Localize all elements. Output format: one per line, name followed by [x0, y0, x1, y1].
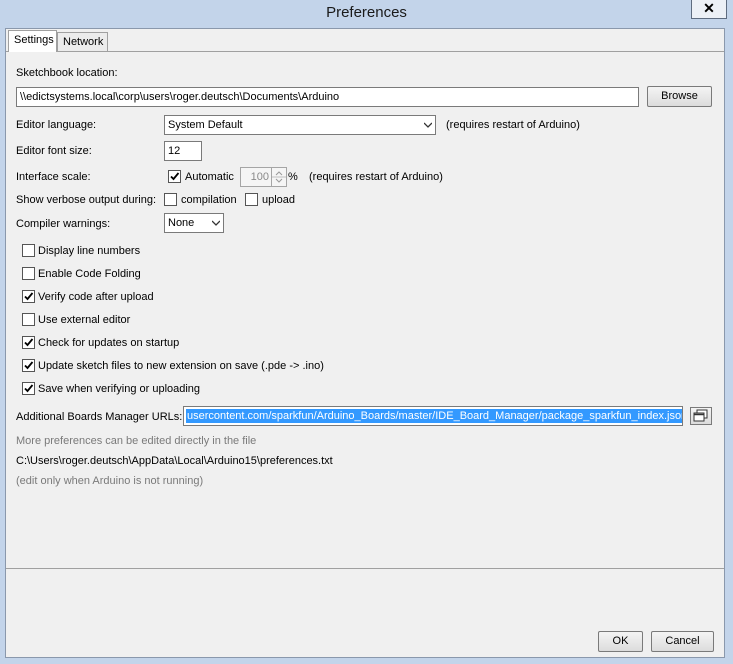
external-editor-label: Use external editor: [38, 314, 131, 326]
cancel-button[interactable]: Cancel: [651, 631, 714, 652]
font-size-label: Editor font size:: [16, 145, 92, 157]
verify-code-checkbox[interactable]: [22, 290, 35, 303]
spinner-arrows-icon[interactable]: [272, 168, 286, 186]
boards-urls-input[interactable]: usercontent.com/sparkfun/Arduino_Boards/…: [183, 406, 683, 426]
ok-button[interactable]: OK: [598, 631, 643, 652]
save-when-verifying-label: Save when verifying or uploading: [38, 383, 201, 395]
checkmark-icon: [24, 384, 34, 393]
enable-code-folding-checkbox[interactable]: [22, 267, 35, 280]
window-list-icon: [693, 409, 708, 422]
interface-scale-note: (requires restart of Arduino): [309, 171, 443, 183]
compiler-warnings-select[interactable]: None: [164, 213, 224, 233]
dialog-footer: OK Cancel: [6, 569, 724, 657]
interface-scale-label: Interface scale:: [16, 171, 91, 183]
check-updates-label: Check for updates on startup: [38, 337, 180, 349]
checkmark-icon: [24, 338, 34, 347]
external-editor-checkbox[interactable]: [22, 313, 35, 326]
display-line-numbers-checkbox[interactable]: [22, 244, 35, 257]
dialog-client: Settings Network Sketchbook location: \\…: [5, 28, 725, 658]
upload-checkbox[interactable]: [245, 193, 258, 206]
preferences-window: Preferences ✕ Settings Network Sketchboo…: [0, 0, 733, 664]
title-bar[interactable]: Preferences ✕: [0, 0, 733, 28]
editor-language-select[interactable]: System Default: [164, 115, 436, 135]
automatic-label: Automatic: [185, 171, 234, 183]
update-extension-checkbox[interactable]: [22, 359, 35, 372]
upload-label: upload: [262, 194, 296, 206]
checkmark-icon: [170, 172, 180, 181]
sketchbook-label: Sketchbook location:: [16, 67, 118, 79]
settings-panel: Sketchbook location: \\edictsystems.loca…: [6, 51, 724, 569]
close-button[interactable]: ✕: [691, 0, 727, 19]
boards-urls-label: Additional Boards Manager URLs:: [16, 411, 183, 423]
display-line-numbers-label: Display line numbers: [38, 245, 141, 257]
font-size-input[interactable]: 12: [164, 141, 202, 161]
verify-code-label: Verify code after upload: [38, 291, 154, 303]
chevron-down-icon: [424, 122, 432, 128]
edit-only-note: (edit only when Arduino is not running): [16, 475, 204, 487]
update-extension-label: Update sketch files to new extension on …: [38, 360, 324, 372]
browse-button[interactable]: Browse: [647, 86, 712, 107]
editor-language-label: Editor language:: [16, 119, 97, 131]
sketchbook-location-input[interactable]: \\edictsystems.local\corp\users\roger.de…: [16, 87, 639, 107]
checkmark-icon: [24, 292, 34, 301]
verbose-label: Show verbose output during:: [16, 194, 157, 206]
compilation-label: compilation: [181, 194, 237, 206]
tab-settings[interactable]: Settings: [8, 30, 57, 52]
automatic-checkbox[interactable]: [168, 170, 181, 183]
boards-urls-value: usercontent.com/sparkfun/Arduino_Boards/…: [186, 409, 682, 423]
compiler-warnings-value: None: [168, 217, 195, 229]
chevron-down-icon: [212, 220, 220, 226]
compilation-checkbox[interactable]: [164, 193, 177, 206]
editor-language-value: System Default: [168, 119, 243, 131]
interface-scale-spinner[interactable]: 100: [240, 167, 287, 187]
more-preferences-note: More preferences can be edited directly …: [16, 435, 257, 447]
tab-network[interactable]: Network: [57, 32, 108, 52]
close-icon: ✕: [703, 0, 715, 16]
compiler-warnings-label: Compiler warnings:: [16, 218, 111, 230]
percent-label: %: [288, 171, 298, 183]
editor-language-note: (requires restart of Arduino): [446, 119, 580, 131]
window-title: Preferences: [326, 4, 407, 21]
checkmark-icon: [24, 361, 34, 370]
boards-urls-edit-button[interactable]: [690, 407, 712, 425]
enable-code-folding-label: Enable Code Folding: [38, 268, 141, 280]
save-when-verifying-checkbox[interactable]: [22, 382, 35, 395]
check-updates-checkbox[interactable]: [22, 336, 35, 349]
interface-scale-value: 100: [250, 171, 269, 183]
preferences-file-path: C:\Users\roger.deutsch\AppData\Local\Ard…: [16, 455, 333, 467]
